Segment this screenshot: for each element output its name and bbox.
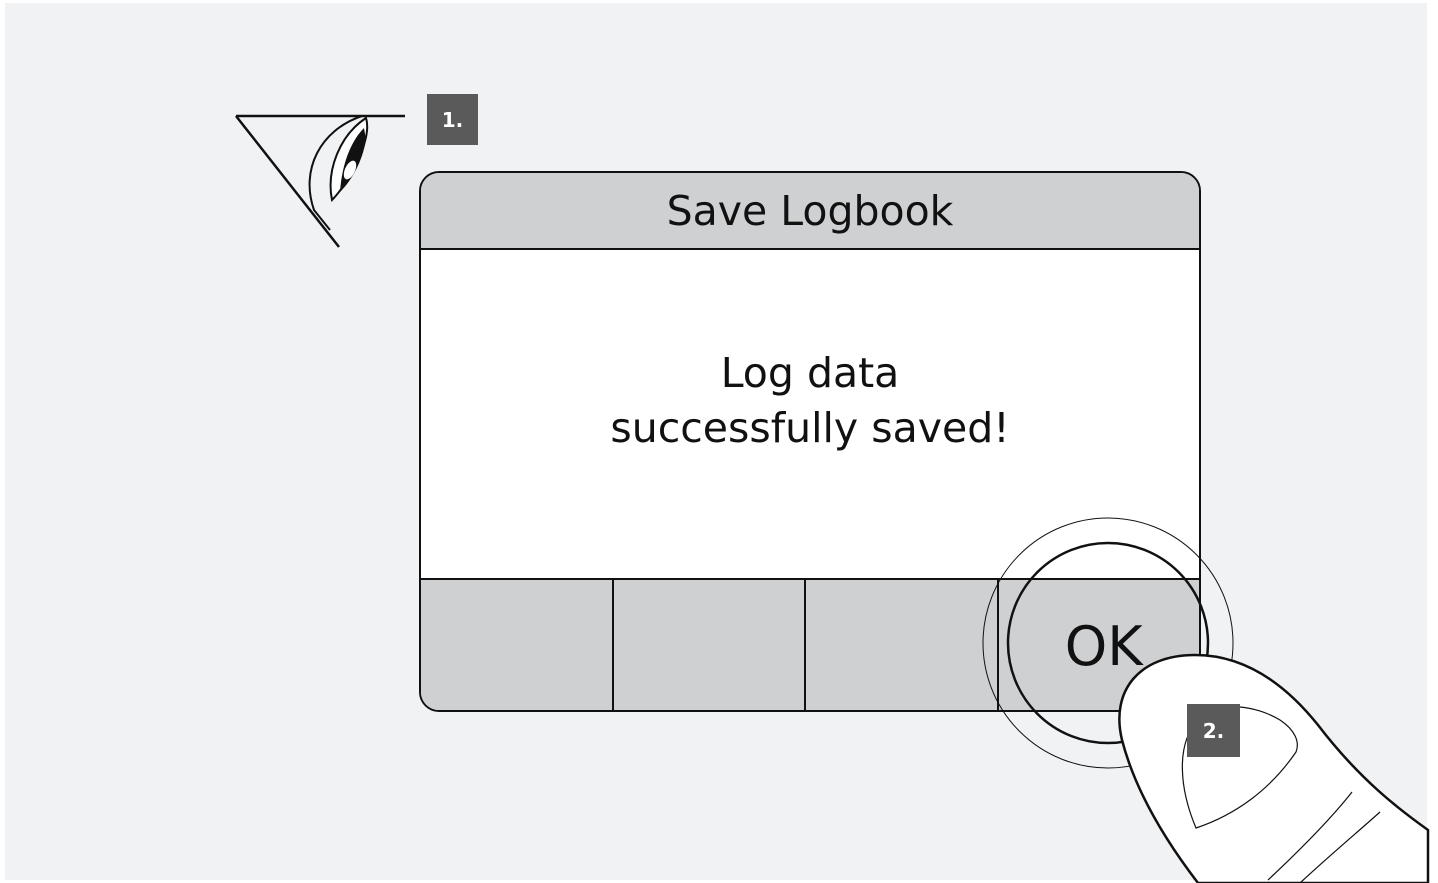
- step-2-badge: 2.: [1187, 704, 1240, 757]
- softkey-1[interactable]: [421, 580, 614, 710]
- step-1-badge: 1.: [427, 94, 478, 145]
- softkey-3[interactable]: [806, 580, 999, 710]
- softkey-2[interactable]: [614, 580, 806, 710]
- dialog-message: Log data successfully saved!: [610, 349, 1010, 452]
- dialog-title: Save Logbook: [421, 173, 1199, 250]
- softkey-bar: OK: [421, 578, 1200, 710]
- ok-button[interactable]: OK: [999, 580, 1200, 710]
- dialog-body: Log data successfully saved!: [421, 250, 1199, 578]
- dialog-screen: Save Logbook Log data successfully saved…: [419, 171, 1201, 712]
